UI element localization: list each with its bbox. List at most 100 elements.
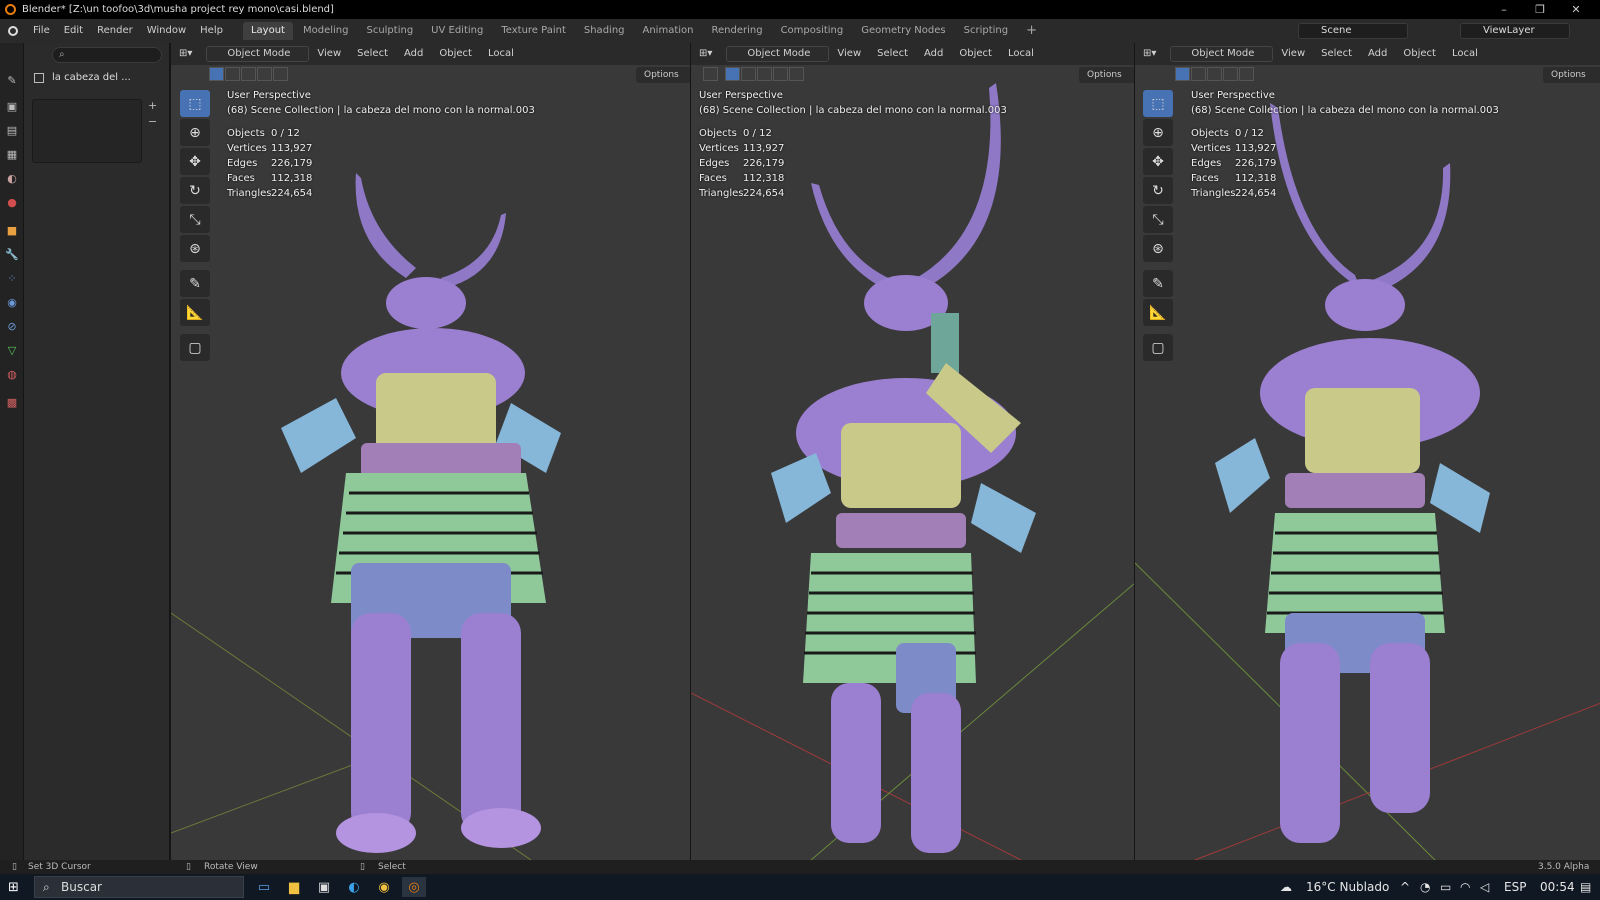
menu-object[interactable]: Object <box>1395 43 1444 65</box>
menu-add[interactable]: Add <box>396 43 431 65</box>
tab-geometry-nodes[interactable]: Geometry Nodes <box>853 22 953 40</box>
breadcrumb[interactable]: la cabeza del ... <box>32 69 164 87</box>
menu-file[interactable]: File <box>26 19 57 43</box>
volume-icon[interactable]: ◁ <box>1480 874 1489 900</box>
rotate-icon[interactable]: ↻ <box>180 177 210 204</box>
notifications-icon[interactable]: ▤ <box>1580 874 1591 900</box>
options-button[interactable]: Options <box>636 67 690 83</box>
add-cube-icon[interactable]: ▢ <box>180 334 210 361</box>
texture-icon[interactable]: ▩ <box>4 395 20 411</box>
network-icon[interactable]: ◔ <box>1420 874 1430 900</box>
tab-uv-editing[interactable]: UV Editing <box>423 22 491 40</box>
menu-render[interactable]: Render <box>90 19 140 43</box>
select-box-icon[interactable]: ⬚ <box>180 90 210 117</box>
editor-type-icon[interactable]: ⊞▾ <box>1135 43 1164 65</box>
move-icon[interactable]: ✥ <box>1143 148 1173 175</box>
select-box-icon[interactable]: ⬚ <box>1143 90 1173 117</box>
editor-type-icon[interactable]: ⊞▾ <box>171 43 200 65</box>
output-icon[interactable]: ▤ <box>4 123 20 139</box>
menu-view[interactable]: View <box>1273 43 1313 65</box>
tab-sculpting[interactable]: Sculpting <box>358 22 421 40</box>
tab-shading[interactable]: Shading <box>576 22 633 40</box>
tab-compositing[interactable]: Compositing <box>773 22 852 40</box>
menu-object[interactable]: Object <box>431 43 480 65</box>
tray-chevron-icon[interactable]: ^ <box>1400 874 1410 900</box>
object-icon[interactable]: ■ <box>4 223 20 239</box>
menu-add[interactable]: Add <box>916 43 951 65</box>
restore-button[interactable]: ❐ <box>1522 0 1558 19</box>
tab-rendering[interactable]: Rendering <box>703 22 770 40</box>
measure-icon[interactable]: 📐 <box>1143 299 1173 326</box>
remove-slot-icon[interactable]: − <box>148 115 157 128</box>
language-indicator[interactable]: ESP <box>1504 874 1526 900</box>
world-icon[interactable]: ● <box>4 195 20 211</box>
menu-object[interactable]: Object <box>951 43 1000 65</box>
menu-view[interactable]: View <box>829 43 869 65</box>
orientation-select[interactable]: Local <box>480 43 522 65</box>
cursor-icon[interactable]: ⊕ <box>180 119 210 146</box>
menu-select[interactable]: Select <box>1313 43 1360 65</box>
options-button[interactable]: Options <box>1079 67 1134 83</box>
slot-list[interactable] <box>32 99 142 163</box>
rotate-icon[interactable]: ↻ <box>1143 177 1173 204</box>
tab-texture-paint[interactable]: Texture Paint <box>493 22 574 40</box>
add-slot-icon[interactable]: + <box>148 99 157 112</box>
editor-type-icon[interactable]: ⊞▾ <box>691 43 720 65</box>
edge-icon[interactable]: ◐ <box>342 877 366 897</box>
viewport-3[interactable]: ⊞▾ Object Mode View Select Add Object Lo… <box>1134 43 1600 860</box>
windows-start-icon[interactable]: ⊞ <box>8 880 19 895</box>
close-button[interactable]: ✕ <box>1558 0 1594 19</box>
tab-modeling[interactable]: Modeling <box>295 22 357 40</box>
physics-icon[interactable]: ◉ <box>4 295 20 311</box>
clock[interactable]: 00:54 <box>1540 874 1575 900</box>
annotate-icon[interactable]: ✎ <box>1143 270 1173 297</box>
selection-mode-buttons[interactable] <box>209 67 289 83</box>
annotate-icon[interactable]: ✎ <box>180 270 210 297</box>
menu-select[interactable]: Select <box>349 43 396 65</box>
mode-select[interactable]: Object Mode <box>1170 46 1274 62</box>
view-layer-icon[interactable]: ▦ <box>4 147 20 163</box>
cursor-icon[interactable]: ⊕ <box>1143 119 1173 146</box>
battery-icon[interactable]: ▭ <box>1440 874 1451 900</box>
viewlayer-field[interactable]: ViewLayer <box>1460 23 1570 39</box>
blender-menu-icon[interactable] <box>8 26 18 36</box>
options-button[interactable]: Options <box>1543 67 1600 83</box>
blender-taskbar-icon[interactable]: ◎ <box>402 877 426 897</box>
data-icon[interactable]: ▽ <box>4 343 20 359</box>
viewport-2[interactable]: ⊞▾ Object Mode View Select Add Object Lo… <box>690 43 1134 860</box>
scale-icon[interactable]: ⤡ <box>180 206 210 233</box>
menu-view[interactable]: View <box>309 43 349 65</box>
wifi-icon[interactable]: ◠ <box>1460 874 1470 900</box>
transform-icon[interactable]: ⊛ <box>180 235 210 262</box>
add-cube-icon[interactable]: ▢ <box>1143 334 1173 361</box>
menu-add[interactable]: Add <box>1360 43 1395 65</box>
side-search-input[interactable]: ⌕ <box>52 47 162 63</box>
menu-help[interactable]: Help <box>193 19 230 43</box>
viewport-1[interactable]: ⊞▾ Object Mode View Select Add Object Lo… <box>170 43 690 860</box>
tab-scripting[interactable]: Scripting <box>956 22 1016 40</box>
orientation-select[interactable]: Local <box>1444 43 1486 65</box>
menu-edit[interactable]: Edit <box>57 19 90 43</box>
scene-field[interactable]: Scene <box>1298 23 1408 39</box>
scene-icon[interactable]: ◐ <box>4 171 20 187</box>
mode-select[interactable]: Object Mode <box>726 46 830 62</box>
file-explorer-icon[interactable]: ▆ <box>282 877 306 897</box>
menu-window[interactable]: Window <box>140 19 193 43</box>
selection-mode-buttons[interactable] <box>703 67 805 83</box>
render-icon[interactable]: ▣ <box>4 99 20 115</box>
menu-select[interactable]: Select <box>869 43 916 65</box>
add-workspace-icon[interactable]: + <box>1018 22 1045 40</box>
measure-icon[interactable]: 📐 <box>180 299 210 326</box>
chrome-icon[interactable]: ◉ <box>372 877 396 897</box>
scale-icon[interactable]: ⤡ <box>1143 206 1173 233</box>
minimize-button[interactable]: – <box>1486 0 1522 19</box>
material-icon[interactable]: ◍ <box>4 367 20 383</box>
tool-icon[interactable]: ✎ <box>4 73 20 89</box>
transform-icon[interactable]: ⊛ <box>1143 235 1173 262</box>
task-view-icon[interactable]: ▭ <box>252 877 276 897</box>
modifier-icon[interactable]: 🔧 <box>4 247 20 263</box>
taskbar-search-input[interactable]: ⌕ Buscar <box>34 876 244 898</box>
tab-layout[interactable]: Layout <box>242 22 293 40</box>
selection-mode-buttons[interactable] <box>1175 67 1255 83</box>
orientation-select[interactable]: Local <box>1000 43 1042 65</box>
